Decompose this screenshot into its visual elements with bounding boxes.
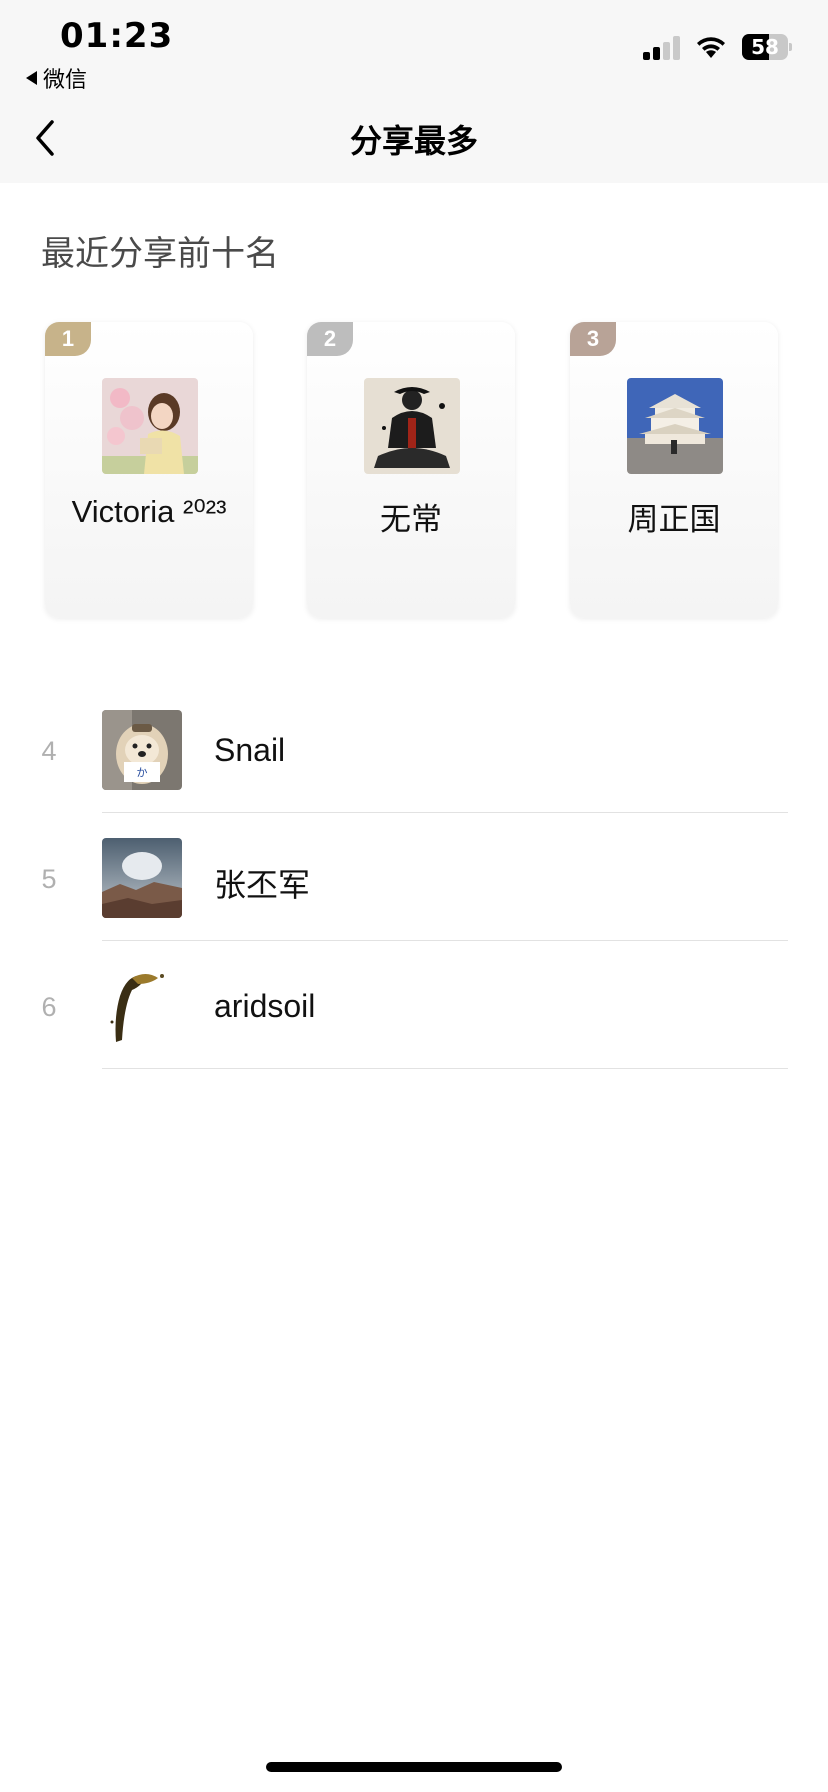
top-card-name: 无常 — [380, 502, 442, 537]
wifi-icon — [694, 34, 728, 60]
back-to-app-link[interactable]: 微信 — [26, 62, 87, 94]
top-card-name: Victoria ²⁰²³ — [71, 494, 227, 529]
top-card-2[interactable]: 2 无常 — [307, 322, 515, 618]
battery-percent: 58 — [751, 35, 779, 59]
rank-number: 4 — [41, 736, 57, 766]
avatar — [102, 838, 182, 918]
rank-badge: 1 — [45, 322, 91, 356]
divider — [102, 940, 788, 941]
cellular-signal-icon — [643, 34, 680, 60]
avatar — [102, 378, 198, 474]
back-button[interactable] — [30, 116, 70, 160]
chevron-left-icon — [36, 120, 54, 156]
top-card-name: 周正国 — [627, 502, 721, 537]
list-item[interactable]: 4 か Snail — [0, 692, 828, 820]
list-item[interactable]: 5 张丕军 — [0, 820, 828, 948]
top-bar: 01:23 微信 58 分享最多 — [0, 0, 828, 183]
list-item-name: Snail — [214, 732, 286, 768]
rank-badge: 3 — [570, 322, 616, 356]
svg-text:か: か — [137, 766, 148, 779]
avatar: か — [102, 710, 182, 790]
divider — [102, 812, 788, 813]
rank-number: 6 — [41, 992, 57, 1022]
avatar — [364, 378, 460, 474]
top-card-1[interactable]: 1 Victoria ²⁰²³ — [45, 322, 253, 618]
top-card-3[interactable]: 3 周正国 — [570, 322, 778, 618]
avatar — [627, 378, 723, 474]
rank-badge: 2 — [307, 322, 353, 356]
list-item-name: aridsoil — [214, 988, 316, 1024]
section-title: 最近分享前十名 — [41, 234, 279, 274]
list-item-name: 张丕军 — [214, 867, 311, 903]
avatar — [102, 966, 182, 1046]
battery-icon: 58 — [742, 34, 792, 60]
status-time: 01:23 — [60, 16, 174, 56]
rank-number: 5 — [41, 864, 57, 894]
status-icons: 58 — [643, 34, 792, 60]
page-title: 分享最多 — [349, 122, 478, 160]
back-triangle-icon — [26, 71, 37, 85]
home-indicator[interactable] — [266, 1762, 562, 1772]
back-app-label: 微信 — [43, 68, 88, 93]
list-item[interactable]: 6 aridsoil — [0, 948, 828, 1076]
divider — [102, 1068, 788, 1069]
